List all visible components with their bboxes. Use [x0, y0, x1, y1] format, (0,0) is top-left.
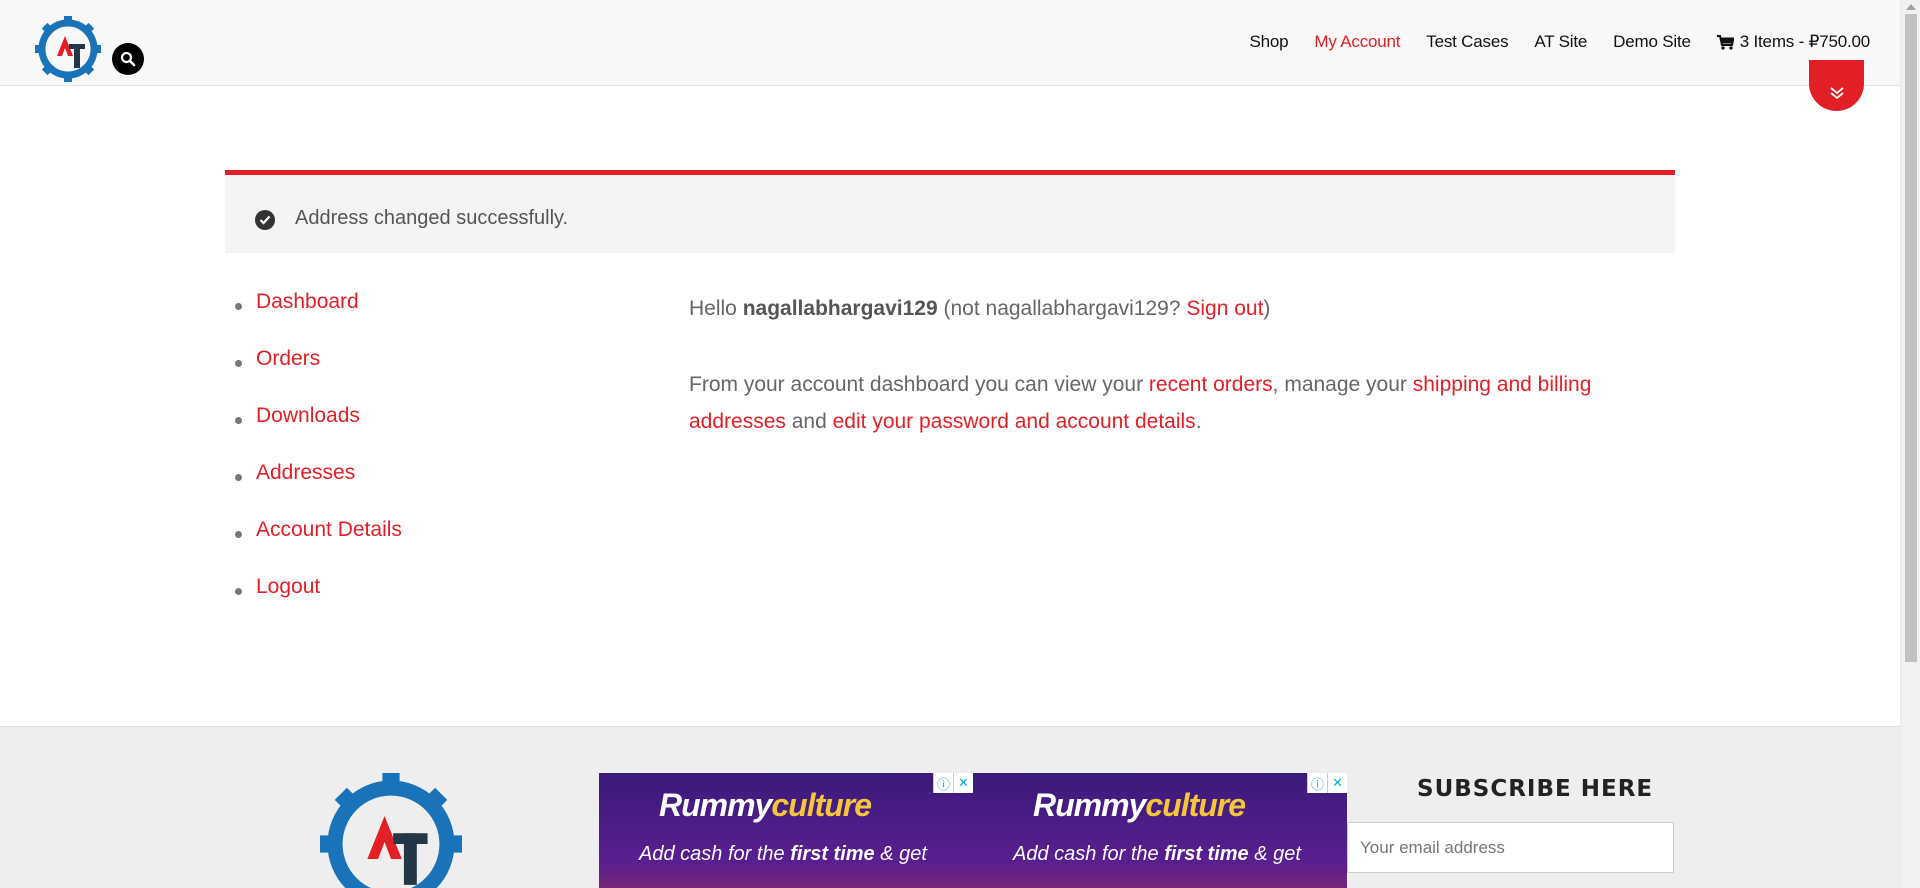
greeting: Hello nagallabhargavi129 (not nagallabha…	[689, 290, 1619, 327]
cart-icon	[1716, 34, 1734, 50]
account-nav-item: Logout	[232, 575, 402, 632]
dashboard-content: Hello nagallabhargavi129 (not nagallabha…	[689, 290, 1619, 440]
ad-sub-b: first time	[1164, 843, 1249, 865]
account-navigation: Dashboard Orders Downloads Addresses Acc…	[232, 290, 402, 632]
intro-text: From your account dashboard you can view…	[689, 373, 1144, 396]
ad-brand: Rummyculture	[659, 787, 872, 824]
ad-brand-a: Rummy	[659, 787, 772, 823]
account-nav-addresses[interactable]: Addresses	[256, 461, 355, 484]
account-nav-item: Addresses	[232, 461, 402, 518]
nav-at-site[interactable]: AT Site	[1534, 32, 1587, 52]
account-nav-item: Dashboard	[232, 290, 402, 347]
username: nagallabhargavi129	[742, 297, 938, 320]
site-footer: Rummyculture Add cash for the first time…	[0, 726, 1900, 888]
ad-info-icon[interactable]: ⓘ	[1307, 773, 1327, 793]
subscribe-title: SUBSCRIBE HERE	[1417, 776, 1654, 802]
account-nav-item: Orders	[232, 347, 402, 404]
ad-banner[interactable]: Rummyculture Add cash for the first time…	[599, 773, 973, 888]
account-nav-item: Account Details	[232, 518, 402, 575]
hello-text: Hello	[689, 297, 737, 320]
double-chevron-down-icon	[1829, 87, 1844, 100]
account-nav-dashboard[interactable]: Dashboard	[256, 290, 359, 313]
ad-close-icon[interactable]: ✕	[953, 773, 973, 793]
account-nav-orders[interactable]: Orders	[256, 347, 320, 370]
footer-logo	[320, 773, 462, 888]
manage-text: , manage your	[1272, 373, 1407, 396]
scroll-up-arrow-icon[interactable]	[1906, 4, 1916, 10]
edit-account-link[interactable]: edit your password and account details	[833, 410, 1196, 433]
success-notice: Address changed successfully.	[225, 170, 1675, 253]
sign-out-link[interactable]: Sign out	[1186, 297, 1263, 320]
account-nav-account-details[interactable]: Account Details	[256, 518, 402, 541]
ad-sub-c: & get	[874, 843, 927, 865]
ad-subtitle: Add cash for the first time & get	[1013, 843, 1301, 866]
ad-sub-a: Add cash for the	[639, 843, 791, 865]
subscribe-email-input[interactable]	[1347, 822, 1674, 873]
site-header: Shop My Account Test Cases AT Site Demo …	[0, 0, 1900, 86]
page-scrollbar[interactable]	[1900, 0, 1920, 888]
ad-sub-c: & get	[1248, 843, 1301, 865]
ad-sub-b: first time	[790, 843, 875, 865]
ad-subtitle: Add cash for the first time & get	[639, 843, 927, 866]
nav-cart[interactable]: 3 Items - ₽750.00	[1716, 32, 1870, 52]
not-prefix: (not	[943, 297, 980, 320]
account-nav-downloads[interactable]: Downloads	[256, 404, 360, 427]
ad-badges: ⓘ ✕	[933, 773, 973, 793]
ad-sub-a: Add cash for the	[1013, 843, 1165, 865]
not-user: nagallabhargavi129?	[985, 297, 1181, 320]
search-button[interactable]	[112, 43, 144, 75]
close-paren: )	[1263, 297, 1271, 320]
nav-shop[interactable]: Shop	[1250, 32, 1289, 52]
ad-brand-a: Rummy	[1033, 787, 1146, 823]
check-circle-icon	[255, 210, 275, 230]
ad-banner[interactable]: Rummyculture Add cash for the first time…	[973, 773, 1347, 888]
cart-summary: 3 Items - ₽750.00	[1739, 32, 1870, 51]
nav-test-cases[interactable]: Test Cases	[1426, 32, 1508, 52]
account-nav-item: Downloads	[232, 404, 402, 461]
scroll-down-button[interactable]	[1809, 60, 1864, 111]
account-nav-logout[interactable]: Logout	[256, 575, 320, 598]
and-text: and	[791, 410, 827, 433]
ad-badges: ⓘ ✕	[1307, 773, 1347, 793]
main-nav: Shop My Account Test Cases AT Site Demo …	[1250, 32, 1871, 52]
nav-my-account[interactable]: My Account	[1314, 32, 1400, 52]
nav-demo-site[interactable]: Demo Site	[1613, 32, 1691, 52]
scrollbar-thumb[interactable]	[1905, 14, 1917, 662]
recent-orders-link[interactable]: recent orders	[1149, 373, 1273, 396]
ad-brand-b: culture	[771, 787, 872, 823]
ad-info-icon[interactable]: ⓘ	[933, 773, 953, 793]
ad-brand: Rummyculture	[1033, 787, 1246, 824]
period-text: .	[1195, 410, 1202, 433]
notice-message: Address changed successfully.	[295, 207, 569, 229]
ad-close-icon[interactable]: ✕	[1327, 773, 1347, 793]
ad-brand-b: culture	[1145, 787, 1246, 823]
site-logo[interactable]	[35, 16, 101, 82]
search-icon	[120, 51, 136, 67]
dashboard-intro: From your account dashboard you can view…	[689, 366, 1619, 440]
